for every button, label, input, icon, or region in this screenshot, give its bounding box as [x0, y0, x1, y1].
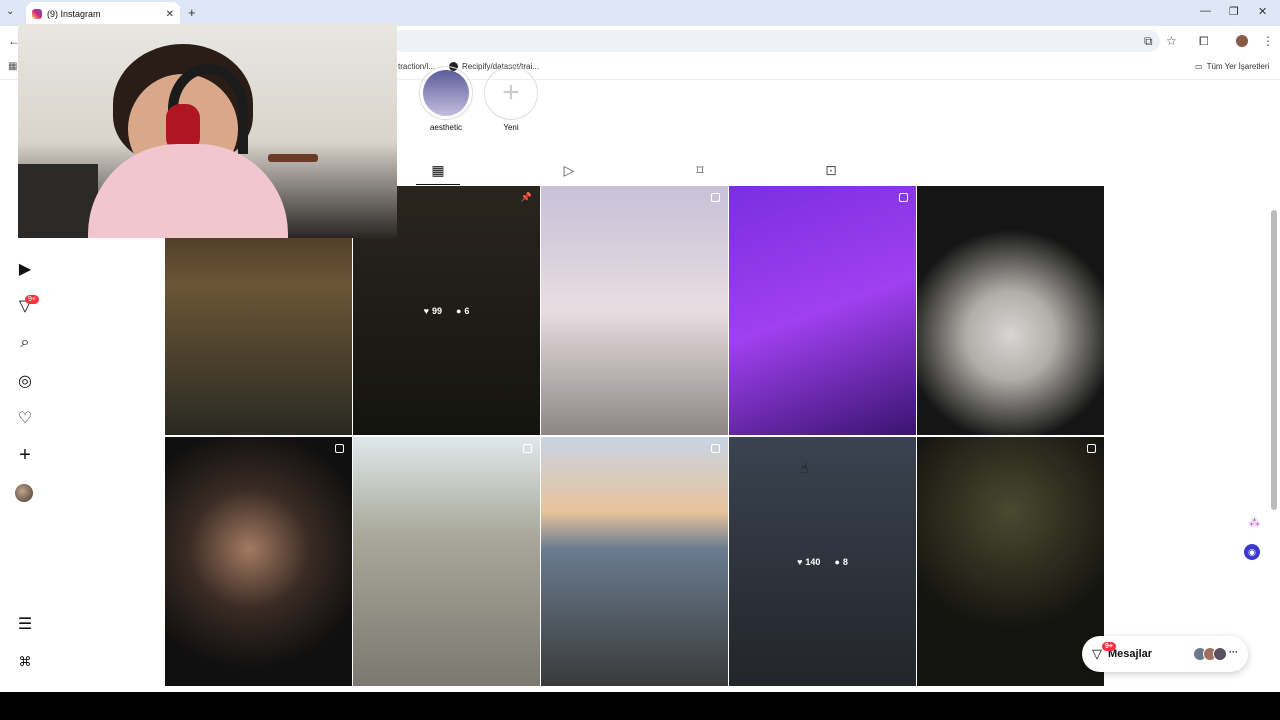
post-thumbnail[interactable]	[917, 186, 1104, 435]
new-highlight-button[interactable]: +	[484, 66, 538, 120]
close-tab-icon[interactable]: ✕	[166, 9, 174, 20]
carousel-icon	[711, 444, 720, 453]
messages-badge: 9+	[1102, 642, 1116, 651]
posts-grid: 📌 ♥ 99 ● 6 ♥ 140 ● 8	[165, 186, 1104, 686]
heart-icon[interactable]: ♡	[14, 407, 36, 429]
folder-icon: ▭	[1195, 62, 1203, 71]
mouse-cursor-icon: ☝	[800, 460, 809, 476]
highlight-aesthetic[interactable]	[419, 66, 473, 120]
browser-profile-avatar[interactable]	[1236, 35, 1248, 47]
browser-menu-icon[interactable]: ⋮	[1262, 34, 1274, 48]
more-icon: ···	[1229, 647, 1238, 657]
post-thumbnail[interactable]	[729, 186, 916, 435]
posts-grid-icon[interactable]: ▦	[428, 160, 448, 180]
like-icon: ♥	[797, 556, 803, 567]
like-count: 99	[431, 305, 442, 316]
all-bookmarks[interactable]: ▭ Tüm Yer İşaretleri	[1195, 62, 1269, 71]
address-bar[interactable]	[392, 30, 1160, 52]
tab-title: (9) Instagram	[47, 9, 101, 19]
highlight-label: aesthetic	[429, 123, 463, 132]
message-avatars: ···	[1193, 647, 1238, 661]
bookmark-item[interactable]: traction/l...	[398, 62, 435, 71]
comment-count: 8	[842, 556, 848, 567]
search-icon[interactable]: ⌕	[14, 332, 36, 354]
bookmark-star-icon[interactable]: ☆	[1166, 34, 1177, 48]
tab-search-icon[interactable]: ⌄	[6, 6, 14, 17]
reels-tab-icon[interactable]: ▷	[559, 160, 579, 180]
reels-icon[interactable]: ▶	[14, 258, 36, 280]
extension-icon[interactable]: ⁂	[1249, 516, 1260, 529]
post-thumbnail[interactable]	[917, 437, 1104, 686]
post-thumbnail[interactable]	[541, 186, 728, 435]
comment-icon: ●	[455, 305, 462, 316]
carousel-icon	[711, 193, 720, 202]
threads-icon[interactable]: ⌘	[14, 651, 36, 673]
carousel-icon	[899, 193, 908, 202]
apps-grid-icon[interactable]: ▦	[8, 61, 17, 72]
post-thumbnail[interactable]	[541, 437, 728, 686]
menu-icon[interactable]: ☰	[14, 613, 36, 635]
profile-avatar[interactable]	[15, 484, 33, 502]
carousel-icon	[1087, 444, 1096, 453]
post-thumbnail[interactable]: ♥ 140 ● 8	[729, 437, 916, 686]
scrollbar[interactable]	[1271, 210, 1277, 510]
carousel-icon	[335, 444, 344, 453]
install-app-icon[interactable]: ⧉	[1144, 34, 1153, 49]
messages-button[interactable]: ▽ 9+ Mesajlar ···	[1082, 636, 1248, 672]
comment-count: 6	[464, 305, 470, 316]
comment-icon: ●	[834, 556, 840, 567]
messages-label: Mesajlar	[1108, 648, 1153, 660]
create-icon[interactable]: +	[14, 444, 36, 466]
post-thumbnail[interactable]	[165, 437, 352, 686]
highlight-label: Yeni	[503, 123, 519, 132]
like-count: 140	[805, 556, 821, 567]
bottom-black-bar	[0, 692, 1280, 720]
webcam-overlay	[18, 24, 397, 238]
saved-bookmark-icon[interactable]: ⌑	[690, 160, 710, 180]
carousel-icon	[523, 444, 532, 453]
window-close-icon[interactable]: ✕	[1258, 5, 1267, 18]
new-tab-icon[interactable]: +	[188, 5, 196, 20]
tagged-icon[interactable]: ⊡	[821, 160, 841, 180]
assistant-icon[interactable]: ◉	[1244, 544, 1260, 560]
notification-badge: 9+	[25, 295, 39, 304]
restore-icon[interactable]: ❐	[1229, 5, 1239, 18]
post-thumbnail[interactable]	[353, 437, 540, 686]
post-hover-overlay: ♥ 140 ● 8	[729, 437, 916, 686]
browser-tab[interactable]: (9) Instagram ✕	[26, 2, 180, 26]
active-tab-indicator	[416, 184, 460, 185]
instagram-favicon-icon	[32, 9, 42, 19]
minimize-icon[interactable]: —	[1200, 5, 1211, 17]
like-icon: ♥	[423, 305, 429, 316]
explore-icon[interactable]: ◎	[14, 370, 36, 392]
extensions-icon[interactable]: ⧠	[1199, 34, 1209, 49]
direct-message-icon: ▽	[1092, 646, 1102, 661]
